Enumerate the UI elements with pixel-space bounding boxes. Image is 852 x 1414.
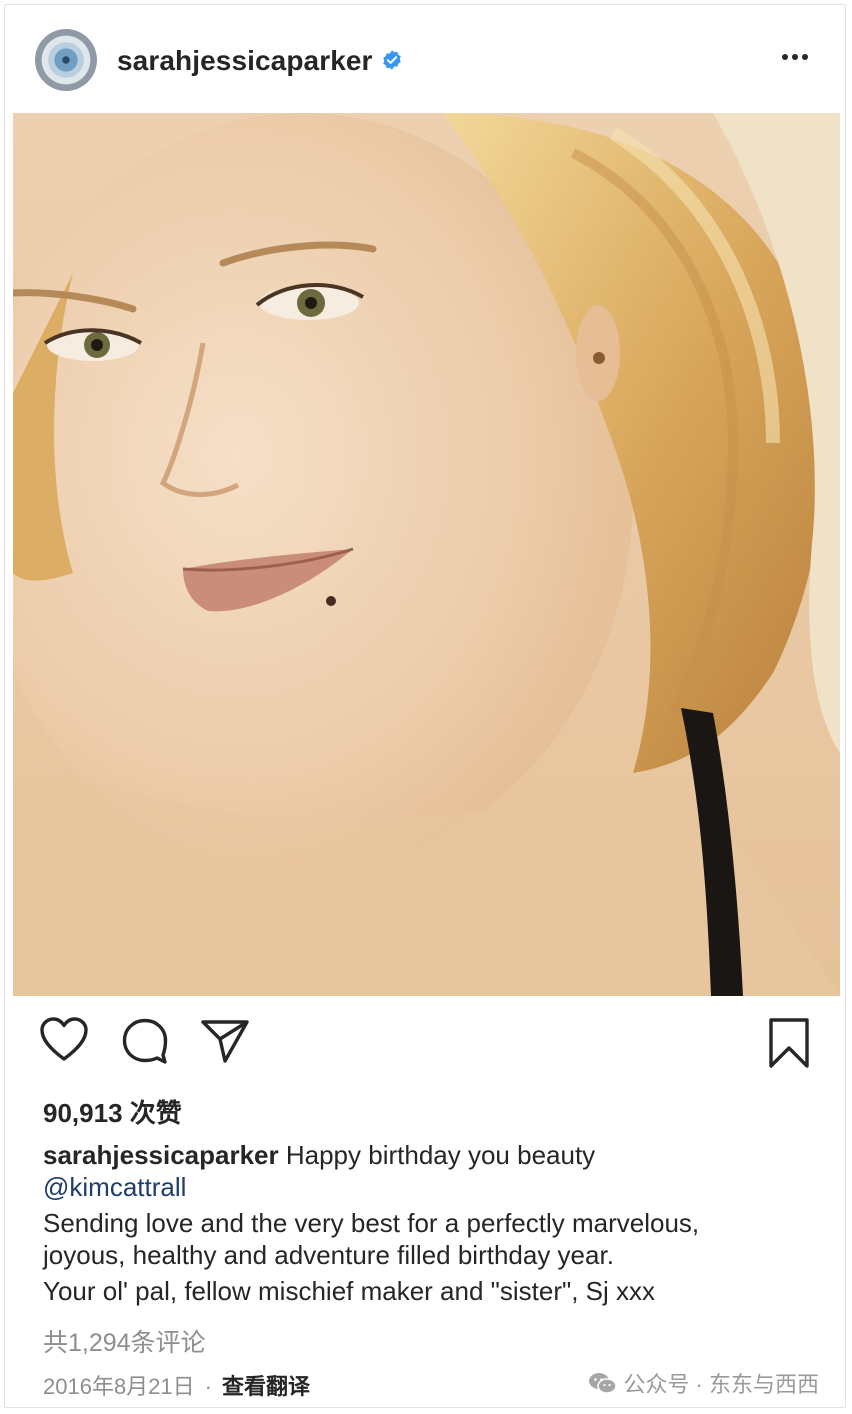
separator: ·	[204, 1374, 212, 1399]
portrait-image	[13, 113, 840, 996]
watermark-text: 公众号 · 东东与西西	[623, 1372, 819, 1397]
post-date: 2016年8月21日	[43, 1374, 195, 1399]
post-header: sarahjessicaparker	[5, 5, 845, 113]
view-comments-link[interactable]: 共1,294条评论	[43, 1323, 206, 1359]
caption-mention[interactable]: @kimcattrall	[43, 1171, 823, 1203]
caption-text-line3: joyous, healthy and adventure filled bir…	[43, 1240, 614, 1270]
more-options-icon[interactable]	[779, 45, 811, 69]
comment-icon[interactable]	[121, 1017, 169, 1065]
avatar[interactable]	[35, 29, 97, 91]
instagram-post-card: sarahjessicaparker 90,913 次赞 sarahjessic…	[4, 4, 846, 1408]
caption-username[interactable]: sarahjessicaparker	[43, 1140, 279, 1170]
wechat-icon	[589, 1373, 618, 1394]
bookmark-icon[interactable]	[767, 1017, 811, 1069]
caption-text-line2: Sending love and the very best for a per…	[43, 1208, 700, 1238]
send-icon[interactable]	[199, 1017, 251, 1065]
post-username[interactable]: sarahjessicaparker	[117, 45, 373, 77]
caption-text-line1: Happy birthday you beauty	[285, 1140, 596, 1170]
likes-count[interactable]: 90,913 次赞	[43, 1093, 182, 1130]
verified-badge-icon	[383, 50, 401, 70]
caption-text-line4: Your ol' pal, fellow mischief maker and …	[43, 1276, 656, 1306]
post-photo[interactable]	[13, 113, 840, 996]
heart-icon[interactable]	[39, 1017, 89, 1063]
post-footer: 2016年8月21日 · 查看翻译	[43, 1369, 310, 1401]
watermark: 公众号 · 东东与西西	[587, 1367, 819, 1399]
caption: sarahjessicaparker Happy birthday you be…	[43, 1139, 823, 1307]
see-translation-link[interactable]: 查看翻译	[222, 1374, 310, 1399]
action-bar	[5, 1017, 845, 1077]
